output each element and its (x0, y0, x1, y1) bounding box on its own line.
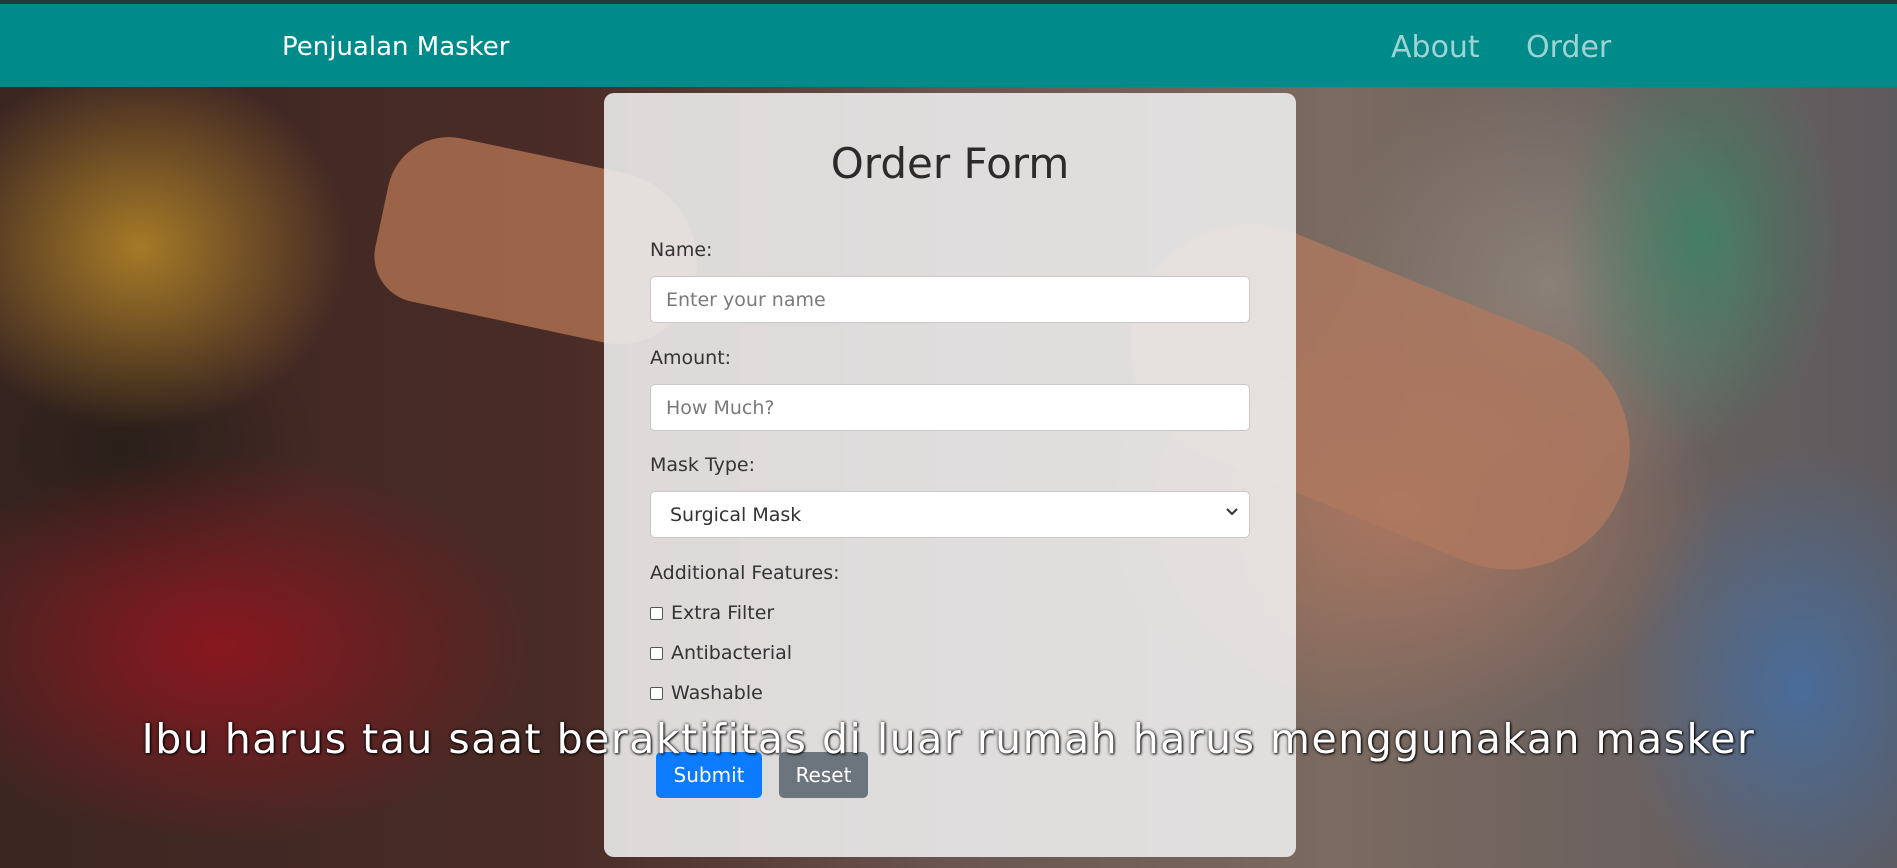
submit-button[interactable]: Submit (656, 752, 762, 798)
feature-option-antibacterial[interactable]: Antibacterial (650, 641, 792, 665)
amount-input[interactable] (650, 384, 1250, 431)
antibacterial-label: Antibacterial (671, 642, 793, 664)
amount-label: Amount: (650, 347, 732, 369)
feature-option-washable[interactable]: Washable (650, 681, 763, 705)
antibacterial-checkbox[interactable] (650, 646, 663, 660)
order-form-card: Order Form Name: Amount: Mask Type: Surg… (604, 93, 1296, 857)
washable-label: Washable (671, 682, 763, 704)
nav-link-order[interactable]: Order (1526, 30, 1611, 65)
reset-button[interactable]: Reset (779, 752, 868, 798)
mask-type-selected-value: Surgical Mask (670, 504, 802, 526)
nav-link-about[interactable]: About (1391, 30, 1480, 65)
brand-link[interactable]: Penjualan Masker (282, 32, 510, 62)
extra-filter-label: Extra Filter (671, 602, 775, 624)
feature-option-extra-filter[interactable]: Extra Filter (650, 601, 774, 625)
name-label: Name: (650, 239, 713, 261)
page: Penjualan Masker About Order Order Form … (0, 0, 1897, 868)
additional-features-label: Additional Features: (650, 562, 840, 584)
form-title: Order Form (830, 139, 1070, 188)
chevron-down-icon (1226, 508, 1238, 516)
mask-type-label: Mask Type: (650, 454, 756, 476)
name-input[interactable] (650, 276, 1250, 323)
navbar: Penjualan Masker About Order (0, 4, 1897, 87)
mask-type-select[interactable]: Surgical Mask (650, 491, 1250, 538)
washable-checkbox[interactable] (650, 686, 663, 700)
extra-filter-checkbox[interactable] (650, 606, 663, 620)
